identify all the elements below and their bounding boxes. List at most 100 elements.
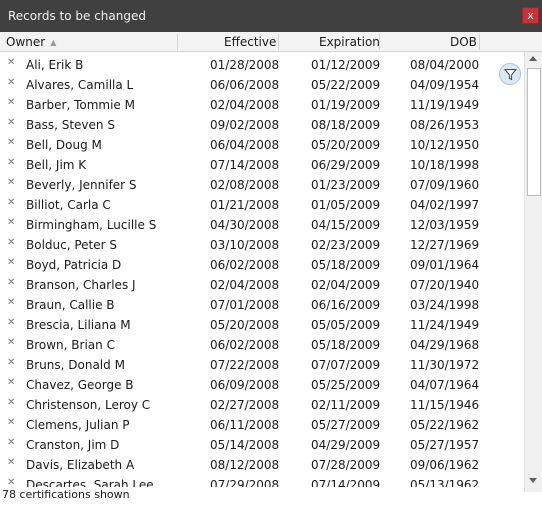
expiration-cell: 02/23/2009 [311,238,381,252]
table-row[interactable]: ✕ Alvares, Camilla L 06/06/2008 05/22/2009 0… [0,75,524,95]
expiration-cell: 05/05/2009 [311,318,381,332]
owner-cell: Bell, Jim K [26,158,87,172]
owner-cell: Billiot, Carla C [26,198,111,212]
owner-cell: Boyd, Patricia D [26,258,122,272]
column-divider[interactable] [479,34,480,50]
dob-cell: 08/04/2000 [410,58,480,72]
table-row[interactable]: ✕ Braun, Callie B 07/01/2008 06/16/2009 03/2… [0,295,524,315]
dob-cell: 07/20/1940 [410,278,480,292]
table-row[interactable]: ✕ Chavez, George B 06/09/2008 05/25/2009 04/… [0,375,524,395]
remove-icon[interactable]: ✕ [7,235,17,255]
effective-cell: 03/10/2008 [210,238,280,252]
owner-cell: Bell, Doug M [26,138,102,152]
remove-icon[interactable]: ✕ [7,195,17,215]
expiration-cell: 06/16/2009 [311,298,381,312]
remove-icon[interactable]: ✕ [7,315,17,335]
column-divider[interactable] [379,34,380,50]
effective-cell: 06/04/2008 [210,138,280,152]
column-divider[interactable] [177,34,178,50]
expiration-cell: 01/05/2009 [311,198,381,212]
dob-cell: 04/09/1954 [410,78,480,92]
remove-icon[interactable]: ✕ [7,335,17,355]
column-divider[interactable] [278,34,279,50]
table-row[interactable]: ✕ Brown, Brian C 06/02/2008 05/18/2009 04/29… [0,335,524,355]
table-row[interactable]: ✕ Brescia, Liliana M 05/20/2008 05/05/2009 1… [0,315,524,335]
owner-cell: Clemens, Julian P [26,418,130,432]
table-row[interactable]: ✕ Davis, Elizabeth A 08/12/2008 07/28/2009 0… [0,455,524,475]
remove-icon[interactable]: ✕ [7,215,17,235]
table-row[interactable]: ✕ Cranston, Jim D 05/14/2008 04/29/2009 05/2… [0,435,524,455]
remove-icon[interactable]: ✕ [7,455,17,475]
remove-icon[interactable]: ✕ [7,295,17,315]
remove-icon[interactable]: ✕ [7,155,17,175]
scroll-down-icon[interactable] [529,478,537,483]
scrollbar-thumb[interactable] [527,68,541,196]
dob-cell: 08/26/1953 [410,118,480,132]
owner-cell: Branson, Charles J [26,278,136,292]
effective-cell: 05/14/2008 [210,438,280,452]
table-row[interactable]: ✕ Barber, Tommie M 02/04/2008 01/19/2009 11/… [0,95,524,115]
owner-cell: Christenson, Leroy C [26,398,151,412]
remove-icon[interactable]: ✕ [7,255,17,275]
dob-cell: 11/15/1946 [410,398,480,412]
table-row[interactable]: ✕ Ali, Erik B 01/28/2008 01/12/2009 08/04/20… [0,55,524,75]
effective-cell: 06/02/2008 [210,338,280,352]
vertical-scrollbar[interactable] [524,52,542,492]
owner-cell: Davis, Elizabeth A [26,458,135,472]
column-header-owner[interactable]: Owner ▲ [6,32,56,52]
dob-cell: 12/03/1959 [410,218,480,232]
remove-icon[interactable]: ✕ [7,75,17,95]
table-row[interactable]: ✕ Bell, Doug M 06/04/2008 05/20/2009 10/12/1… [0,135,524,155]
table-row[interactable]: ✕ Bolduc, Peter S 03/10/2008 02/23/2009 12/2… [0,235,524,255]
table-row[interactable]: ✕ Beverly, Jennifer S 02/08/2008 01/23/2009… [0,175,524,195]
column-header-dob[interactable]: DOB [450,32,477,52]
expiration-cell: 01/23/2009 [311,178,381,192]
close-button[interactable]: x [522,7,539,24]
owner-cell: Brescia, Liliana M [26,318,131,332]
table-row[interactable]: ✕ Birmingham, Lucille S 04/30/2008 04/15/20… [0,215,524,235]
table-row[interactable]: ✕ Bruns, Donald M 07/22/2008 07/07/2009 11/3… [0,355,524,375]
owner-cell: Bruns, Donald M [26,358,125,372]
remove-icon[interactable]: ✕ [7,435,17,455]
remove-icon[interactable]: ✕ [7,415,17,435]
expiration-cell: 04/15/2009 [311,218,381,232]
column-header-expiration[interactable]: Expiration [319,32,380,52]
table-row[interactable]: ✕ Bell, Jim K 07/14/2008 06/29/2009 10/18/19… [0,155,524,175]
expiration-cell: 06/29/2009 [311,158,381,172]
remove-icon[interactable]: ✕ [7,95,17,115]
effective-cell: 02/08/2008 [210,178,280,192]
dob-cell: 11/24/1949 [410,318,480,332]
remove-icon[interactable]: ✕ [7,175,17,195]
expiration-cell: 02/11/2009 [311,398,381,412]
remove-icon[interactable]: ✕ [7,395,17,415]
table-row[interactable]: ✕ Bass, Steven S 09/02/2008 08/18/2009 08/26… [0,115,524,135]
column-header-effective[interactable]: Effective [224,32,276,52]
table-row[interactable]: ✕ Branson, Charles J 02/04/2008 02/04/2009 0… [0,275,524,295]
scroll-up-icon[interactable] [529,56,537,61]
remove-icon[interactable]: ✕ [7,375,17,395]
remove-icon[interactable]: ✕ [7,355,17,375]
dob-cell: 10/12/1950 [410,138,480,152]
table-row[interactable]: ✕ Clemens, Julian P 06/11/2008 05/27/2009 05… [0,415,524,435]
dob-cell: 12/27/1969 [410,238,480,252]
table-row[interactable]: ✕ Descartes, Sarah Lee 07/29/2008 07/14/200… [0,475,524,487]
filter-button[interactable] [499,63,521,85]
effective-cell: 09/02/2008 [210,118,280,132]
dob-cell: 07/09/1960 [410,178,480,192]
expiration-cell: 01/19/2009 [311,98,381,112]
effective-cell: 07/29/2008 [210,478,280,487]
remove-icon[interactable]: ✕ [7,135,17,155]
dob-cell: 09/01/1964 [410,258,480,272]
table-row[interactable]: ✕ Boyd, Patricia D 06/02/2008 05/18/2009 09/… [0,255,524,275]
effective-cell: 02/04/2008 [210,98,280,112]
table-row[interactable]: ✕ Billiot, Carla C 01/21/2008 01/05/2009 04/… [0,195,524,215]
expiration-cell: 07/28/2009 [311,458,381,472]
dob-cell: 05/13/1962 [410,478,480,487]
remove-icon[interactable]: ✕ [7,115,17,135]
remove-icon[interactable]: ✕ [7,475,17,487]
table-row[interactable]: ✕ Christenson, Leroy C 02/27/2008 02/11/200… [0,395,524,415]
remove-icon[interactable]: ✕ [7,275,17,295]
owner-cell: Chavez, George B [26,378,134,392]
remove-icon[interactable]: ✕ [7,55,17,75]
owner-cell: Brown, Brian C [26,338,115,352]
